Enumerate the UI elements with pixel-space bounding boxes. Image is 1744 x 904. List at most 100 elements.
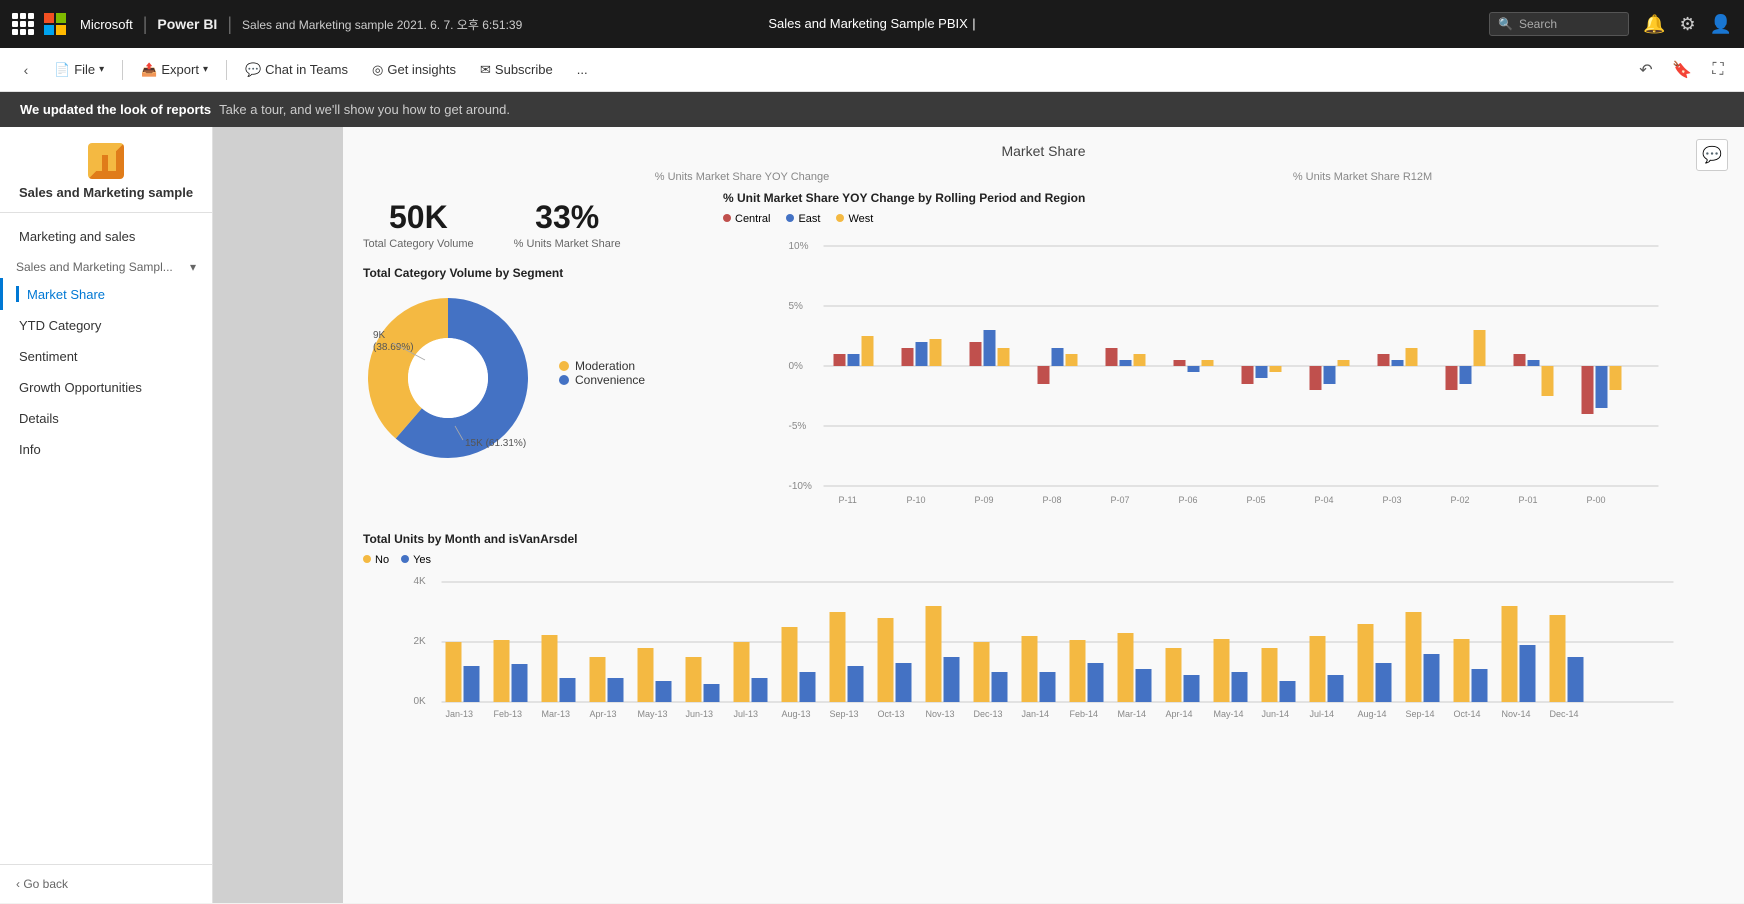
- toolbar: ‹ 📄 File ▾ 📤 Export ▾ 💬 Chat in Teams ◎ …: [0, 48, 1744, 92]
- svg-text:Mar-13: Mar-13: [542, 709, 571, 719]
- svg-text:Nov-14: Nov-14: [1502, 709, 1531, 719]
- donut-annotation-bottom: 15K (61.31%): [465, 438, 526, 449]
- settings-icon[interactable]: ⚙: [1679, 14, 1695, 35]
- donut-annotation-top: 9K: [373, 330, 386, 341]
- svg-text:2K: 2K: [414, 636, 427, 647]
- back-button[interactable]: ‹: [12, 56, 40, 84]
- undo-button[interactable]: ↶: [1632, 56, 1660, 84]
- legend-dot-convenience: [559, 375, 569, 385]
- waffle-icon[interactable]: [12, 13, 34, 35]
- go-back-button[interactable]: ‹ Go back: [0, 864, 212, 903]
- bottom-chart-title: Total Units by Month and isVanArsdel: [363, 532, 1724, 546]
- divider2: [226, 60, 227, 80]
- svg-text:Dec-14: Dec-14: [1550, 709, 1579, 719]
- powerbi-label: Power BI: [157, 16, 217, 32]
- legend-convenience: Convenience: [559, 373, 645, 387]
- donut-chart-title: Total Category Volume by Segment: [363, 266, 723, 280]
- svg-text:-10%: -10%: [789, 481, 812, 492]
- svg-text:Aug-13: Aug-13: [782, 709, 811, 719]
- svg-text:P-01: P-01: [1519, 495, 1538, 505]
- sidebar-nav: Marketing and sales Sales and Marketing …: [0, 213, 212, 864]
- bottom-chart-legend: No Yes: [363, 554, 1724, 566]
- sidebar-item-growth[interactable]: Growth Opportunities: [0, 372, 212, 403]
- bottom-chart-section: Total Units by Month and isVanArsdel No …: [363, 532, 1724, 727]
- search-box[interactable]: 🔍 Search: [1489, 12, 1629, 36]
- svg-text:Jul-13: Jul-13: [734, 709, 759, 719]
- nav-label-sentiment: Sentiment: [19, 349, 78, 364]
- page-title: Market Share: [363, 143, 1724, 159]
- nav-label-details: Details: [19, 411, 59, 426]
- legend-dot-moderation: [559, 361, 569, 371]
- search-icon: 🔍: [1498, 17, 1513, 31]
- notification-icon[interactable]: 🔔: [1643, 14, 1665, 35]
- svg-text:P-06: P-06: [1179, 495, 1198, 505]
- legend-no: No: [363, 554, 389, 566]
- bar-chart-section: % Unit Market Share YOY Change by Rollin…: [723, 191, 1724, 516]
- banner-light: Take a tour, and we'll show you how to g…: [219, 102, 510, 117]
- microsoft-logo: [44, 13, 66, 35]
- insights-icon: ◎: [372, 62, 383, 78]
- search-label: Search: [1519, 17, 1557, 31]
- subscribe-button[interactable]: ✉ Subscribe: [470, 56, 563, 84]
- svg-text:Feb-14: Feb-14: [1070, 709, 1099, 719]
- bookmark-button[interactable]: 🔖: [1668, 56, 1696, 84]
- sidebar-item-sentiment[interactable]: Sentiment: [0, 341, 212, 372]
- account-icon[interactable]: 👤: [1710, 14, 1732, 35]
- nav-label-market-share: Market Share: [27, 287, 105, 302]
- svg-text:Apr-14: Apr-14: [1166, 709, 1193, 719]
- legend-west: West: [836, 213, 873, 225]
- nav-label-growth: Growth Opportunities: [19, 380, 142, 395]
- svg-text:10%: 10%: [789, 241, 809, 252]
- active-indicator: [16, 286, 19, 302]
- kpi-label-2: % Units Market Share: [514, 238, 621, 250]
- svg-text:P-10: P-10: [907, 495, 926, 505]
- svg-text:Feb-13: Feb-13: [494, 709, 523, 719]
- microsoft-label: Microsoft: [80, 17, 133, 32]
- legend-yes: Yes: [401, 554, 431, 566]
- sidebar-item-ytd[interactable]: YTD Category: [0, 310, 212, 341]
- sidebar-item-info[interactable]: Info: [0, 434, 212, 465]
- toolbar-right: ↶ 🔖 ⛶: [1632, 56, 1732, 84]
- metric-header2: % Units Market Share R12M: [1293, 171, 1432, 183]
- fullscreen-button[interactable]: ⛶: [1704, 56, 1732, 84]
- topbar: Microsoft | Power BI | Sales and Marketi…: [0, 0, 1744, 48]
- kpi-total-volume: 50K Total Category Volume: [363, 199, 474, 250]
- svg-text:5%: 5%: [789, 301, 804, 312]
- export-icon: 📤: [141, 62, 157, 78]
- svg-text:P-00: P-00: [1587, 495, 1606, 505]
- bar-chart-title: % Unit Market Share YOY Change by Rollin…: [723, 191, 1724, 205]
- legend-label-convenience: Convenience: [575, 373, 645, 387]
- metrics-header: % Units Market Share YOY Change % Units …: [363, 171, 1724, 183]
- svg-text:Nov-13: Nov-13: [926, 709, 955, 719]
- bar-chart-svg: 10% 5% 0% -5% -10%: [723, 231, 1724, 511]
- nav-label-ytd: YTD Category: [19, 318, 101, 333]
- more-button[interactable]: ...: [567, 56, 598, 83]
- svg-text:P-11: P-11: [839, 495, 857, 505]
- get-insights-button[interactable]: ◎ Get insights: [362, 56, 466, 84]
- chat-in-teams-button[interactable]: 💬 Chat in Teams: [235, 56, 358, 84]
- svg-text:P-05: P-05: [1247, 495, 1266, 505]
- svg-text:May-14: May-14: [1214, 709, 1244, 719]
- nav-section-chevron[interactable]: ▾: [190, 260, 196, 274]
- bar-chart-legend: Central East West: [723, 213, 1724, 225]
- svg-text:0%: 0%: [789, 361, 804, 372]
- sidebar-item-market-share[interactable]: Market Share: [0, 278, 212, 310]
- svg-text:0K: 0K: [414, 696, 427, 707]
- sidebar-item-marketing[interactable]: Marketing and sales: [0, 221, 212, 252]
- sidebar-item-details[interactable]: Details: [0, 403, 212, 434]
- file-icon: 📄: [54, 62, 70, 78]
- svg-text:Mar-14: Mar-14: [1118, 709, 1147, 719]
- svg-text:Sep-14: Sep-14: [1406, 709, 1435, 719]
- svg-text:P-04: P-04: [1315, 495, 1334, 505]
- kpi-value-2: 33%: [535, 199, 599, 236]
- svg-text:Jun-14: Jun-14: [1262, 709, 1290, 719]
- svg-text:Jan-14: Jan-14: [1022, 709, 1050, 719]
- subscribe-icon: ✉: [480, 62, 491, 78]
- donut-legend: Moderation Convenience: [559, 359, 645, 387]
- export-button[interactable]: 📤 Export ▾: [131, 56, 218, 84]
- metric-header1: % Units Market Share YOY Change: [655, 171, 829, 183]
- file-button[interactable]: 📄 File ▾: [44, 56, 114, 84]
- chat-icon-button[interactable]: 💬: [1696, 139, 1728, 171]
- nav-label-info: Info: [19, 442, 41, 457]
- svg-text:Apr-13: Apr-13: [590, 709, 617, 719]
